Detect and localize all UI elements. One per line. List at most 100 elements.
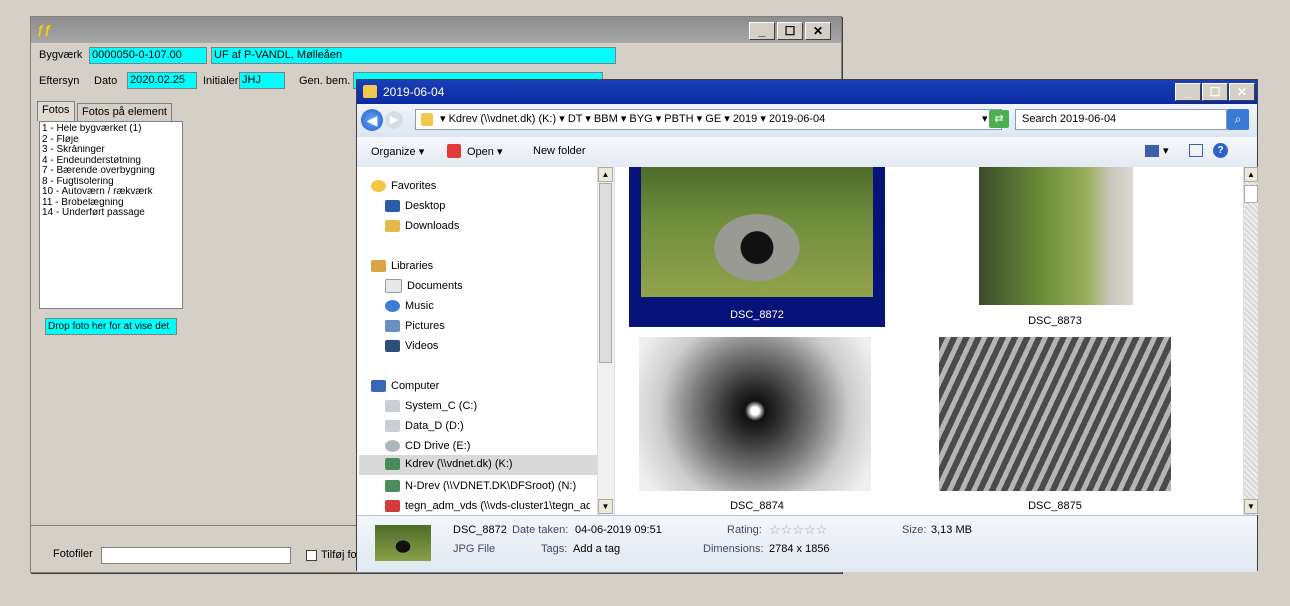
scroll-down-icon[interactable]: ▼ [1244,499,1258,514]
list-item[interactable]: 11 - Brobelægning [42,198,180,209]
list-item[interactable]: 7 - Bærende overbygning [42,166,180,177]
breadcrumb-item[interactable]: 2019-06-04 [769,113,825,125]
initialer-field[interactable]: JHJ [239,72,285,89]
selected-photo-thumbnail [375,525,431,561]
nav-computer[interactable]: Computer [371,377,439,395]
organize-button[interactable]: Organize ▾ [371,145,424,158]
list-item[interactable]: 14 - Underført passage [42,208,180,219]
detail-file-name: DSC_8872 [453,524,507,536]
view-icon[interactable] [1145,145,1159,157]
new-folder-button[interactable]: New folder [533,145,586,157]
scroll-up-icon[interactable]: ▲ [1244,167,1258,182]
search-icon[interactable]: ⌕ [1227,109,1249,130]
breadcrumb-item[interactable]: BYG [629,113,652,125]
close-button[interactable]: ✕ [805,22,831,40]
nav-cd-drive[interactable]: CD Drive (E:) [385,437,470,455]
list-item[interactable]: 3 - Skråninger [42,145,180,156]
nav-libraries[interactable]: Libraries [371,257,433,275]
nav-videos[interactable]: Videos [385,337,438,355]
photo-thumbnail[interactable] [939,337,1171,491]
list-item[interactable]: 2 - Fløje [42,135,180,146]
close-button[interactable]: ✕ [1229,83,1255,101]
nav-kdrev[interactable]: Kdrev (\\vdnet.dk) (K:) [359,455,597,475]
file-name[interactable]: DSC_8874 [629,500,885,512]
rating-label: Rating: [727,524,762,536]
dato-label: Dato [94,75,118,87]
preview-pane-icon[interactable] [1189,144,1203,157]
nav-data-d[interactable]: Data_D (D:) [385,417,464,435]
fotofiler-input[interactable] [101,547,291,564]
dato-field[interactable]: 2020.02.25 [127,72,197,89]
file-type: JPG File [453,543,496,555]
nav-system-c[interactable]: System_C (C:) [385,397,477,415]
maximize-button[interactable]: ☐ [1202,83,1228,101]
scroll-down-icon[interactable]: ▼ [598,499,613,514]
search-box[interactable]: Search 2019-06-04 [1015,109,1227,130]
drop-photo-area[interactable]: Drop foto her for at vise det [45,318,177,335]
folder-icon [421,113,433,126]
minimize-button[interactable]: _ [749,22,775,40]
nav-favorites[interactable]: Favorites [371,177,436,195]
file-view: DSC_8872 DSC_8873 DSC_8874 DSC_8875 [615,167,1245,515]
nav-tegn[interactable]: tegn_adm_vds (\\vds-cluster1\tegn_ad [385,497,590,515]
nav-scrollbar[interactable]: ▲ ▼ [597,167,614,515]
eftersyn-label: Eftersyn [39,75,80,87]
forward-arrow-icon[interactable]: ▶ [385,111,403,129]
bygvaerk-field[interactable]: 0000050-0-107.00 [89,47,207,64]
minimize-button[interactable]: _ [1175,83,1201,101]
date-taken-label: Date taken: [512,524,569,536]
bygvaerk-label: Bygværk [39,49,83,61]
element-list[interactable]: 1 - Hele bygværket (1) 2 - Fløje 3 - Skr… [39,121,183,309]
file-scrollbar[interactable]: ▲ ▼ [1243,167,1258,515]
nav-downloads[interactable]: Downloads [385,217,459,235]
maximize-button[interactable]: ☐ [777,22,803,40]
navigation-pane: Favorites Desktop Downloads Libraries Do… [357,167,615,515]
list-item[interactable]: 1 - Hele bygværket (1) [42,124,180,135]
help-icon[interactable]: ? [1213,143,1228,158]
nav-documents[interactable]: Documents [385,277,463,295]
address-bar[interactable]: ▾ Kdrev (\\vdnet.dk) (K:) ▾ DT ▾ BBM ▾ B… [415,109,1002,130]
tilfoj-checkbox[interactable] [306,550,317,561]
app-icon: ƒƒ [37,22,52,37]
file-scroll-thumb[interactable] [1244,185,1258,203]
back-arrow-icon[interactable]: ◀ [361,109,383,131]
nav-pictures[interactable]: Pictures [385,317,445,335]
scroll-up-icon[interactable]: ▲ [598,167,613,182]
breadcrumb-item[interactable]: 2019 [733,113,757,125]
breadcrumb-item[interactable]: Kdrev (\\vdnet.dk) (K:) [449,113,557,125]
breadcrumb-item[interactable]: BBM [594,113,618,125]
details-pane: DSC_8872 Date taken: 04-06-2019 09:51 JP… [357,515,1257,572]
list-item[interactable]: 10 - Autoværn / rækværk [42,187,180,198]
file-name[interactable]: DSC_8873 [927,315,1183,327]
open-button[interactable]: Open ▾ [467,145,503,158]
open-icon [447,144,461,158]
photo-thumbnail [641,167,873,297]
chevron-down-icon[interactable]: ▾ [982,110,988,129]
tab-fotos-pa-element[interactable]: Fotos på element [77,103,172,121]
breadcrumb-item[interactable]: DT [568,113,582,125]
explorer-title-bar[interactable]: 2019-06-04 _ ☐ ✕ [357,80,1257,104]
search-input[interactable]: Search 2019-06-04 [1022,113,1116,125]
nav-ndrev[interactable]: N-Drev (\\VDNET.DK\DFSroot) (N:) [385,477,576,495]
fotofiler-label: Fotofiler [53,548,93,560]
explorer-title: 2019-06-04 [383,85,445,99]
nav-music[interactable]: Music [385,297,434,315]
list-item[interactable]: 4 - Endeunderstøtning [42,156,180,167]
nav-desktop[interactable]: Desktop [385,197,445,215]
inspection-title-bar[interactable]: ƒƒ _ ☐ ✕ [31,17,841,43]
tab-fotos[interactable]: Fotos [37,101,75,121]
breadcrumb-item[interactable]: PBTH [664,113,693,125]
breadcrumb-item[interactable]: GE [705,113,721,125]
refresh-icon[interactable]: ⇄ [989,110,1009,128]
rating-stars[interactable]: ☆☆☆☆☆ [769,522,827,538]
list-item[interactable]: 8 - Fugtisolering [42,177,180,188]
file-name[interactable]: DSC_8875 [927,500,1183,512]
file-item-selected[interactable]: DSC_8872 [629,167,885,327]
photo-thumbnail[interactable] [639,337,871,491]
photo-thumbnail[interactable] [979,167,1133,305]
bygvaerk-name-field[interactable]: UF af P-VANDL, Mølleåen [211,47,616,64]
nav-scroll-thumb[interactable] [599,183,612,363]
tags-value[interactable]: Add a tag [573,543,620,555]
chevron-down-icon[interactable]: ▾ [1163,144,1169,157]
videos-icon [385,340,400,353]
